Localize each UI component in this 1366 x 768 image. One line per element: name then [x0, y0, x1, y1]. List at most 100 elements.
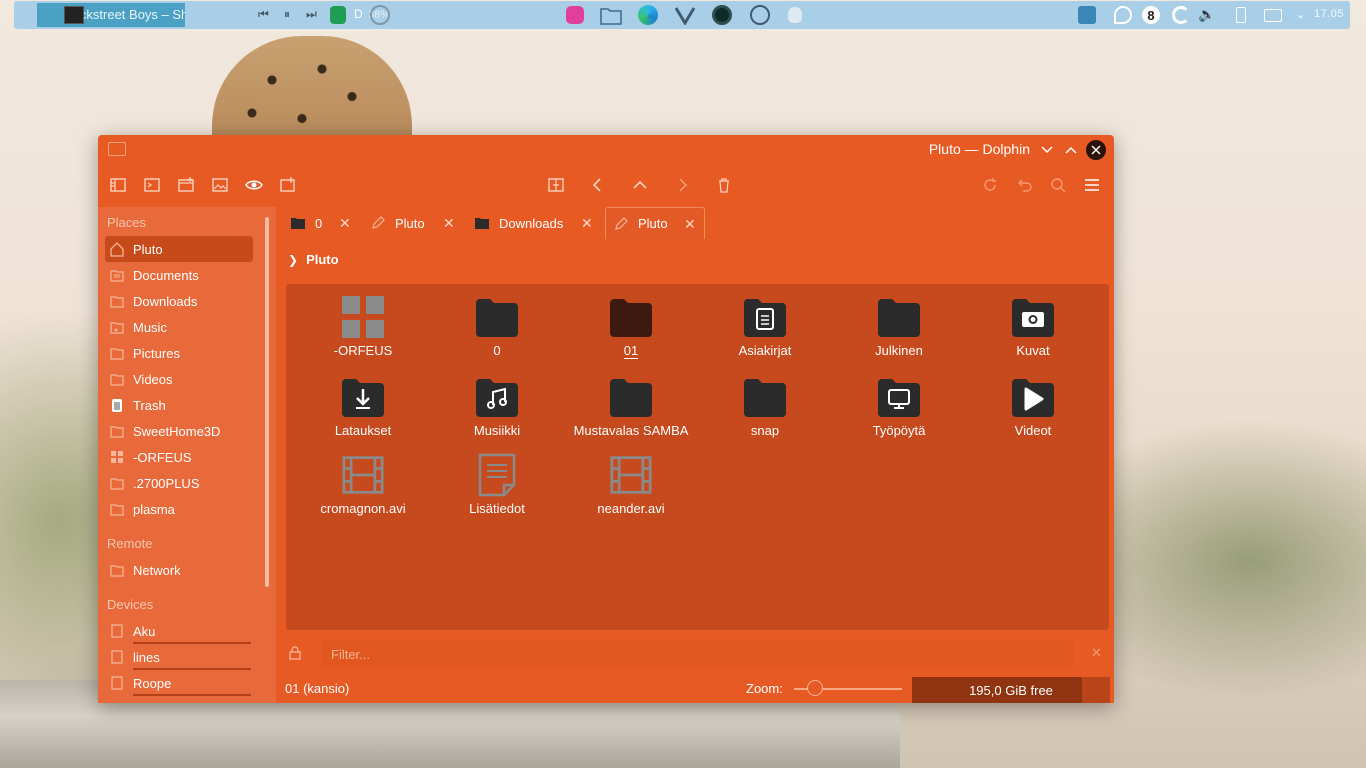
- lock-icon[interactable]: [289, 646, 301, 663]
- file-item-kuvat[interactable]: Kuvat: [968, 296, 1098, 370]
- sidebar-item-orfeus[interactable]: -ORFEUS: [105, 444, 253, 470]
- terminal-icon[interactable]: [142, 175, 162, 195]
- sidebar-scrollbar[interactable]: [265, 217, 269, 587]
- forward-icon[interactable]: [672, 175, 692, 195]
- sidebar-item-documents[interactable]: Documents: [105, 262, 253, 288]
- file-item-snap[interactable]: snap: [700, 376, 830, 450]
- sidebar-item-lines[interactable]: lines: [105, 644, 253, 670]
- tab-label: Pluto: [638, 216, 668, 231]
- tray-app-icon[interactable]: [1078, 6, 1096, 24]
- tab-pluto[interactable]: Pluto ✕: [363, 207, 465, 239]
- reload-icon[interactable]: [980, 175, 1000, 195]
- breadcrumb[interactable]: ❯ Pluto: [288, 252, 339, 267]
- filter-input[interactable]: [321, 640, 1073, 668]
- file-view[interactable]: -ORFEUS 0 01 Asiakirjat Julkinen Kuvat L…: [286, 284, 1109, 630]
- clear-filter-icon[interactable]: ✕: [1091, 645, 1102, 661]
- sidebar-item-plasma[interactable]: plasma: [105, 496, 253, 522]
- devices-heading: Devices: [107, 597, 154, 612]
- close-tab-icon[interactable]: ✕: [581, 215, 593, 232]
- wallpaper-leopard: [212, 36, 412, 146]
- sidebar-item-music[interactable]: Music: [105, 314, 253, 340]
- sidebar-item-videos[interactable]: Videos: [105, 366, 253, 392]
- delete-icon[interactable]: [714, 175, 734, 195]
- vivaldi-icon[interactable]: [674, 5, 696, 26]
- notification-badge[interactable]: 8: [1142, 6, 1160, 24]
- breadcrumb-item[interactable]: Pluto: [306, 252, 339, 267]
- eye-icon[interactable]: [244, 175, 264, 195]
- back-icon[interactable]: [588, 175, 608, 195]
- file-item-orfeus[interactable]: -ORFEUS: [298, 296, 428, 370]
- sidebar-item-sweethome3d[interactable]: SweetHome3D: [105, 418, 253, 444]
- network-icon: [108, 561, 126, 579]
- files-launcher-icon[interactable]: [600, 5, 622, 25]
- file-item-asiakirjat[interactable]: Asiakirjat: [700, 296, 830, 370]
- media-player-widget[interactable]: Backstreet Boys – Shape Of M...: [37, 3, 185, 27]
- edit-icon: [614, 216, 628, 231]
- clock[interactable]: 17.05: [1314, 8, 1344, 20]
- split-view-icon[interactable]: [546, 175, 566, 195]
- sidebar-item-downloads[interactable]: Downloads: [105, 288, 253, 314]
- up-icon[interactable]: [630, 175, 650, 195]
- file-item-lataukset[interactable]: Lataukset: [298, 376, 428, 450]
- window-menu-button[interactable]: [1036, 139, 1058, 161]
- sidebar-item-pluto[interactable]: Pluto: [105, 236, 253, 262]
- preview-image-icon[interactable]: [210, 175, 230, 195]
- file-item-0[interactable]: 0: [432, 296, 562, 370]
- undo-icon[interactable]: [1014, 175, 1034, 195]
- file-item-videot[interactable]: Videot: [968, 376, 1098, 450]
- videos-icon: [108, 370, 126, 388]
- close-tab-icon[interactable]: ✕: [684, 216, 696, 233]
- file-item-01[interactable]: 01: [566, 296, 696, 370]
- chevron-down-icon[interactable]: ⌄: [1296, 8, 1305, 21]
- sidebar-item-pictures[interactable]: Pictures: [105, 340, 253, 366]
- file-item-tyopoyta[interactable]: Työpöytä: [834, 376, 964, 450]
- terminal-app-icon[interactable]: [712, 5, 732, 25]
- close-button[interactable]: [1086, 140, 1106, 160]
- previous-track-icon[interactable]: ⏮: [258, 7, 269, 22]
- free-space-bar[interactable]: 195,0 GiB free: [912, 677, 1110, 703]
- sidebar-item-trash[interactable]: Trash: [105, 392, 253, 418]
- display-icon[interactable]: [1264, 9, 1282, 22]
- weather-icon[interactable]: [1172, 6, 1190, 24]
- titlebar[interactable]: Pluto — Dolphin: [98, 135, 1114, 165]
- search-icon[interactable]: [1048, 175, 1068, 195]
- sidebar-label: Music: [133, 319, 167, 335]
- globe-icon[interactable]: [750, 5, 770, 25]
- sidebar-item-aku[interactable]: Aku: [105, 618, 253, 644]
- text-file-icon: [476, 453, 518, 497]
- file-item-neander[interactable]: neander.avi: [566, 454, 696, 528]
- file-item-julkinen[interactable]: Julkinen: [834, 296, 964, 370]
- zoom-slider-handle[interactable]: [807, 680, 824, 696]
- app-tray-icon[interactable]: [330, 6, 346, 24]
- file-item-mustavalas-samba[interactable]: Mustavalas SAMBA: [566, 376, 696, 450]
- file-item-cromagnon[interactable]: cromagnon.avi: [298, 454, 428, 528]
- tab-downloads[interactable]: Downloads ✕: [467, 207, 603, 239]
- pause-icon[interactable]: ⏸: [284, 7, 290, 22]
- next-track-icon[interactable]: ⏭: [306, 7, 317, 22]
- sidebar-item-2700plus[interactable]: .2700PLUS: [105, 470, 253, 496]
- panels-icon[interactable]: [108, 175, 128, 195]
- folder-icon: [108, 474, 126, 492]
- close-tab-icon[interactable]: ✕: [443, 215, 455, 232]
- folder-app-icon[interactable]: [108, 142, 126, 156]
- tab-0[interactable]: 0 ✕: [283, 207, 361, 239]
- close-tab-icon[interactable]: ✕: [339, 215, 351, 232]
- sidebar-item-network[interactable]: Network: [105, 557, 253, 583]
- chevron-right-icon[interactable]: ❯: [288, 253, 298, 267]
- hamburger-menu-icon[interactable]: [1082, 175, 1102, 195]
- disc-icon[interactable]: [370, 5, 390, 25]
- chat-icon[interactable]: [1114, 6, 1132, 24]
- battery-icon[interactable]: [1236, 7, 1246, 23]
- new-tab-icon[interactable]: [278, 175, 298, 195]
- edge-browser-icon[interactable]: [638, 5, 658, 25]
- sidebar-label: lines: [133, 649, 160, 665]
- tab-pluto-active[interactable]: Pluto ✕: [605, 207, 705, 239]
- volume-icon[interactable]: 🔈: [1198, 6, 1215, 23]
- file-item-lisatiedot[interactable]: Lisätiedot: [432, 453, 562, 528]
- apple-icon[interactable]: [788, 7, 802, 23]
- flower-app-icon[interactable]: [566, 6, 584, 24]
- sidebar-label: plasma: [133, 501, 175, 517]
- maximize-button[interactable]: [1060, 139, 1082, 161]
- new-window-icon[interactable]: [176, 175, 196, 195]
- file-item-musiikki[interactable]: Musiikki: [432, 376, 562, 450]
